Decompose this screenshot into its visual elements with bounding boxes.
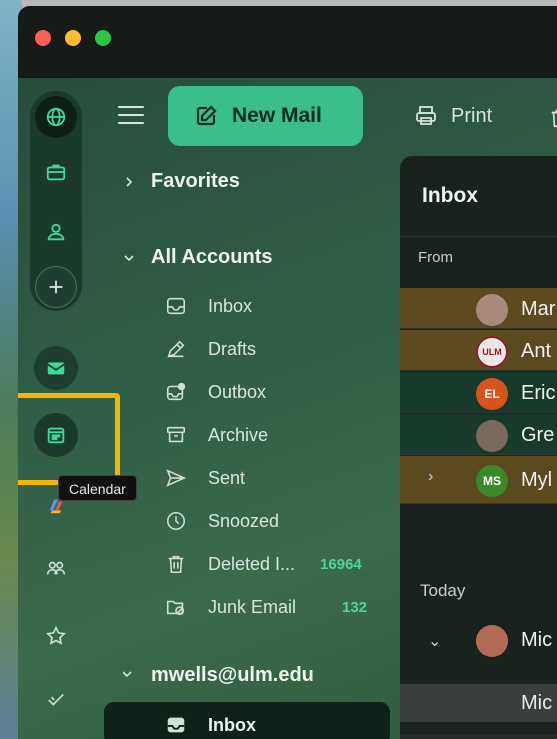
avatar [476,625,508,657]
folder-label: Inbox [208,295,253,316]
folder-label: Archive [208,424,269,445]
folder-archive[interactable]: Archive [164,423,268,447]
mail-icon[interactable] [34,346,78,390]
briefcase-icon[interactable] [35,151,77,193]
title-bar [18,6,557,78]
chevron-right-icon [126,176,133,187]
folder-label: Junk Email [208,596,297,617]
chevron-down-icon[interactable]: ⌄ [428,631,441,651]
from-column-header[interactable]: From [418,249,453,266]
list-footer [400,734,557,739]
close-window-button[interactable] [35,30,51,46]
divider [400,236,557,237]
clock-icon [164,509,188,533]
selected-message-row[interactable]: Mic [400,684,557,722]
send-icon [164,466,188,490]
all-accounts-label: All Accounts [151,246,273,268]
outlook-window: Calendar New Mail Print Favorites All Ac… [18,6,557,739]
new-mail-label: New Mail [232,104,322,127]
sender-name: Ant [521,340,552,362]
message-row[interactable]: EL Eric [400,372,557,413]
message-row[interactable]: › MS Myl [400,456,557,504]
star-icon[interactable] [35,615,77,657]
folder-inbox[interactable]: Inbox [164,294,252,318]
avatar: EL [476,378,508,410]
folder-outbox[interactable]: Outbox [164,380,266,404]
inbox-icon [164,713,188,737]
printer-icon [416,106,436,125]
today-group-header: Today [420,581,466,600]
message-row[interactable]: Mar [400,288,557,329]
folder-junk[interactable]: Junk Email 132 [164,595,367,619]
message-row[interactable]: ULM Ant [400,330,557,371]
favorites-label: Favorites [151,170,240,192]
zoom-window-button[interactable] [95,30,111,46]
message-list: Inbox From Mar ULM Ant EL Eric Gre › MS … [400,156,557,739]
checkmark-icon[interactable] [35,678,77,720]
list-title: Inbox [422,184,478,207]
folder-drafts[interactable]: Drafts [164,337,256,361]
folder-label: Snoozed [208,510,280,531]
folder-account-inbox[interactable]: Inbox [164,713,256,737]
print-label: Print [451,104,493,127]
sender-name: Mic [521,629,553,651]
chevron-right-icon[interactable]: › [428,468,433,486]
trash-icon [164,552,188,576]
folder-label: Outbox [208,381,267,402]
unread-count: 16964 [320,555,362,573]
folder-snoozed[interactable]: Snoozed [164,509,279,533]
outbox-icon [164,380,188,404]
avatar [476,420,508,452]
favorites-section[interactable]: Favorites [123,170,240,193]
person-icon[interactable] [35,211,77,253]
minimize-window-button[interactable] [65,30,81,46]
sender-name: Gre [521,424,555,446]
sender-name: Mic [521,692,553,714]
folder-label: Inbox [208,714,256,735]
unread-count: 132 [342,598,368,616]
avatar: ULM [476,336,508,368]
all-accounts-section[interactable]: All Accounts [123,246,273,269]
calendar-highlight-box [18,393,120,485]
menu-icon[interactable] [118,106,144,126]
message-row[interactable]: Gre [400,414,557,455]
chevron-down-icon [124,254,134,261]
inbox-icon [164,294,188,318]
account-label: mwells@ulm.edu [151,664,314,686]
avatar [476,294,508,326]
add-app-icon[interactable] [35,266,77,308]
sender-name: Mar [521,298,556,320]
sender-name: Eric [521,382,556,404]
chevron-down-icon [123,670,132,677]
avatar: MS [476,465,508,497]
sender-name: Myl [521,469,553,491]
junk-icon [164,595,188,619]
globe-icon[interactable] [35,96,77,138]
account-section[interactable]: mwells@ulm.edu [123,664,314,687]
folder-sent[interactable]: Sent [164,466,245,490]
delete-icon[interactable] [548,106,557,130]
calendar-tooltip: Calendar [58,475,137,501]
folder-label: Drafts [208,338,257,359]
compose-icon [196,105,217,126]
message-row[interactable]: ⌄ Mic [400,619,557,663]
new-mail-button[interactable]: New Mail [168,86,363,146]
folder-label: Deleted I... [208,553,296,574]
folder-label: Sent [208,467,246,488]
people-icon[interactable] [35,547,77,589]
pencil-icon [164,337,188,361]
print-button[interactable]: Print [413,104,492,128]
folder-deleted[interactable]: Deleted I... 16964 [164,552,362,576]
archive-icon [164,423,188,447]
